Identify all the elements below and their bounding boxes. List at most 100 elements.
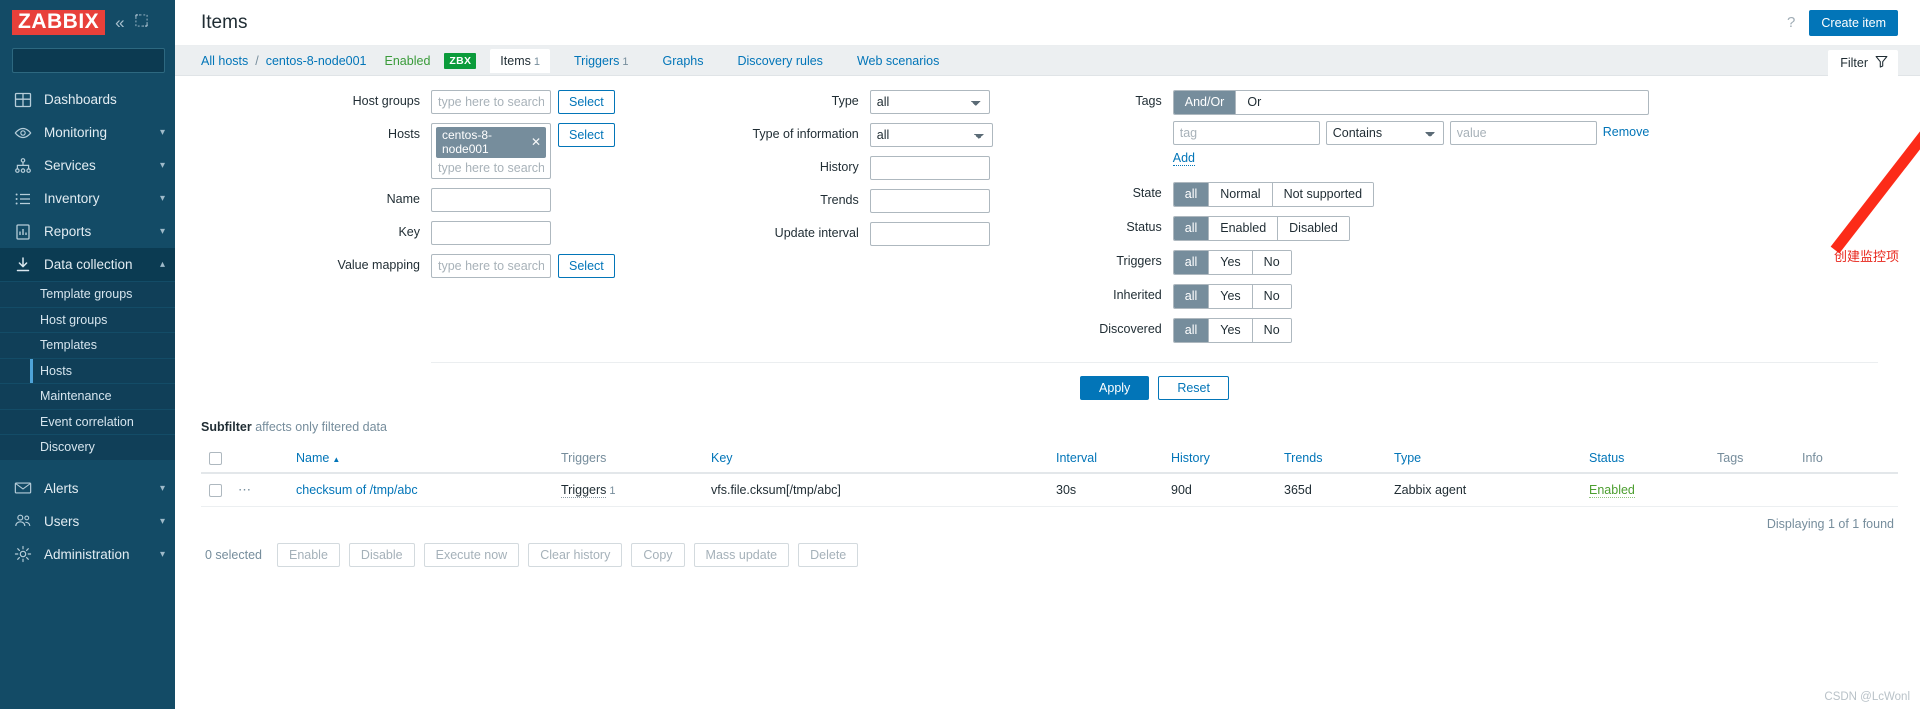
state-option-all[interactable]: all <box>1173 183 1209 206</box>
tab-web-scenarios[interactable]: Web scenarios <box>847 49 949 73</box>
chevron-down-icon[interactable]: ▾ <box>160 516 165 527</box>
hosts-multiselect[interactable]: centos-8-node001 ✕ <box>431 123 551 179</box>
chevron-up-icon[interactable]: ▴ <box>160 259 165 270</box>
breadcrumb-host[interactable]: centos-8-node001 <box>266 54 367 68</box>
sidebar-item-users[interactable]: Users ▾ <box>0 505 175 538</box>
tag-condition-select[interactable]: Contains <box>1325 121 1444 145</box>
sidebar-item-hosts[interactable]: Hosts <box>0 357 175 383</box>
select-all-checkbox[interactable] <box>209 452 222 466</box>
tab-triggers[interactable]: Triggers 1 <box>564 49 639 73</box>
triggers-option-no[interactable]: No <box>1251 251 1291 274</box>
zbx-agent-badge[interactable]: ZBX <box>444 52 477 69</box>
history-input[interactable] <box>869 156 990 180</box>
column-status[interactable]: Status <box>1581 444 1709 475</box>
inherited-option-all[interactable]: all <box>1173 285 1209 308</box>
status-badge[interactable]: Enabled <box>1589 483 1635 499</box>
type-of-information-select[interactable]: all <box>869 123 993 147</box>
sidebar-item-reports[interactable]: Reports ▾ <box>0 215 175 248</box>
chevron-down-icon[interactable]: ▾ <box>160 193 165 204</box>
triggers-toggle[interactable]: all Yes No <box>1172 250 1292 275</box>
triggers-option-yes[interactable]: Yes <box>1208 251 1252 274</box>
sidebar-item-discovery[interactable]: Discovery <box>0 434 175 460</box>
sidebar-item-monitoring[interactable]: Monitoring ▾ <box>0 116 175 149</box>
sidebar-item-inventory[interactable]: Inventory ▾ <box>0 182 175 215</box>
discovered-option-yes[interactable]: Yes <box>1208 319 1252 342</box>
state-option-not-supported[interactable]: Not supported <box>1271 183 1374 206</box>
reset-button[interactable]: Reset <box>1158 376 1229 400</box>
column-key[interactable]: Key <box>703 444 1048 475</box>
name-input[interactable] <box>431 188 551 212</box>
inherited-option-yes[interactable]: Yes <box>1208 285 1252 308</box>
value-mapping-select-button[interactable]: Select <box>558 254 615 278</box>
filter-tab[interactable]: Filter <box>1828 50 1898 77</box>
hosts-input[interactable] <box>436 160 546 176</box>
row-checkbox[interactable] <box>209 484 222 498</box>
chevron-down-icon[interactable]: ▾ <box>160 160 165 171</box>
inherited-toggle[interactable]: all Yes No <box>1172 284 1292 309</box>
chevron-down-icon[interactable]: ▾ <box>160 226 165 237</box>
tab-items[interactable]: Items 1 <box>490 48 550 73</box>
item-name-link[interactable]: checksum of /tmp/abc <box>296 483 418 497</box>
expand-icon[interactable] <box>134 14 148 30</box>
tags-operator-toggle[interactable]: And/Or Or <box>1172 90 1650 115</box>
zabbix-logo[interactable]: ZABBIX <box>12 9 106 35</box>
enable-button[interactable]: Enable <box>276 543 340 568</box>
sidebar-item-event-correlation[interactable]: Event correlation <box>0 408 175 434</box>
search-input[interactable] <box>19 52 178 69</box>
chevron-down-icon[interactable]: ▾ <box>160 549 165 560</box>
sidebar-item-services[interactable]: Services ▾ <box>0 149 175 182</box>
tag-remove-link[interactable]: Remove <box>1603 121 1650 139</box>
discovered-option-all[interactable]: all <box>1173 319 1209 342</box>
host-status-link[interactable]: Enabled <box>385 54 431 68</box>
tag-name-input[interactable] <box>1172 121 1320 145</box>
item-triggers-link[interactable]: Triggers <box>561 483 607 499</box>
breadcrumb-all-hosts[interactable]: All hosts <box>201 54 248 68</box>
column-trends[interactable]: Trends <box>1276 444 1386 475</box>
apply-button[interactable]: Apply <box>1080 376 1150 400</box>
tab-graphs[interactable]: Graphs <box>653 49 714 73</box>
execute-now-button[interactable]: Execute now <box>423 543 520 568</box>
hosts-chip[interactable]: centos-8-node001 ✕ <box>436 127 546 158</box>
sidebar-item-template-groups[interactable]: Template groups <box>0 281 175 307</box>
sidebar-item-alerts[interactable]: Alerts ▾ <box>0 472 175 505</box>
status-toggle[interactable]: all Enabled Disabled <box>1172 216 1350 241</box>
create-item-button[interactable]: Create item <box>1809 9 1898 36</box>
column-type[interactable]: Type <box>1386 444 1581 475</box>
type-select[interactable]: all <box>869 90 990 114</box>
status-option-enabled[interactable]: Enabled <box>1208 217 1278 240</box>
sidebar-item-administration[interactable]: Administration ▾ <box>0 538 175 571</box>
ellipsis-icon[interactable]: ⋯ <box>238 482 252 497</box>
discovered-option-no[interactable]: No <box>1251 319 1291 342</box>
disable-button[interactable]: Disable <box>348 543 415 568</box>
tag-value-input[interactable] <box>1449 121 1597 145</box>
copy-button[interactable]: Copy <box>631 543 685 568</box>
sidebar-item-dashboards[interactable]: Dashboards <box>0 83 175 116</box>
tab-discovery-rules[interactable]: Discovery rules <box>728 49 833 73</box>
host-groups-input[interactable] <box>431 90 551 114</box>
delete-button[interactable]: Delete <box>798 543 859 568</box>
tag-add-link[interactable]: Add <box>1172 151 1195 166</box>
close-icon[interactable]: ✕ <box>531 135 541 149</box>
mass-update-button[interactable]: Mass update <box>693 543 790 568</box>
hosts-select-button[interactable]: Select <box>558 123 615 147</box>
column-name[interactable]: Name ▲ <box>288 444 553 475</box>
chevron-double-left-icon[interactable]: « <box>115 14 124 31</box>
trends-input[interactable] <box>869 189 990 213</box>
key-input[interactable] <box>431 221 551 245</box>
sidebar-item-templates[interactable]: Templates <box>0 332 175 358</box>
discovered-toggle[interactable]: all Yes No <box>1172 318 1292 343</box>
clear-history-button[interactable]: Clear history <box>528 543 623 568</box>
host-groups-select-button[interactable]: Select <box>558 90 615 114</box>
help-icon[interactable]: ? <box>1787 14 1795 31</box>
sidebar-item-data-collection[interactable]: Data collection ▴ <box>0 248 175 281</box>
column-interval[interactable]: Interval <box>1048 444 1163 475</box>
status-option-all[interactable]: all <box>1173 217 1209 240</box>
state-toggle[interactable]: all Normal Not supported <box>1172 182 1375 207</box>
chevron-down-icon[interactable]: ▾ <box>160 483 165 494</box>
tags-operator-andor[interactable]: And/Or <box>1173 91 1236 114</box>
inherited-option-no[interactable]: No <box>1251 285 1291 308</box>
triggers-option-all[interactable]: all <box>1173 251 1209 274</box>
tags-operator-or[interactable]: Or <box>1235 91 1273 114</box>
sidebar-item-maintenance[interactable]: Maintenance <box>0 383 175 409</box>
state-option-normal[interactable]: Normal <box>1208 183 1272 206</box>
